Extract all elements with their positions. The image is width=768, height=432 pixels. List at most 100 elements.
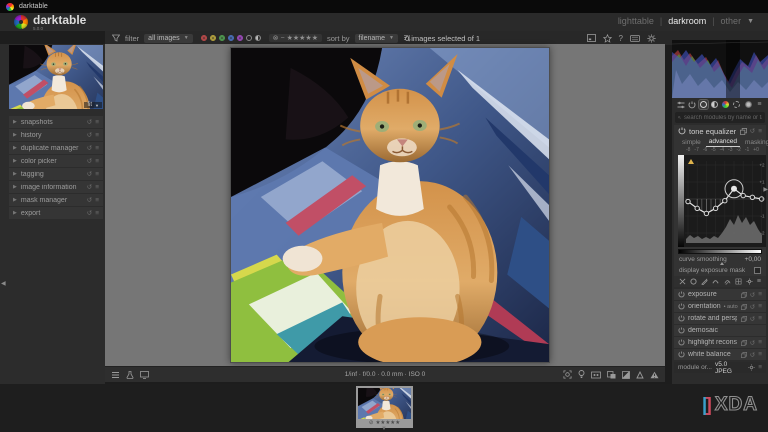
multi-instance-icon[interactable] — [741, 340, 747, 346]
color-label-dot-1[interactable] — [210, 35, 216, 41]
filmstrip[interactable]: ⊘ ★★★★★ ▼ [ ] XDA — [0, 384, 768, 432]
display-mask-checkbox[interactable] — [754, 267, 761, 274]
color-label-dot-2[interactable] — [219, 35, 225, 41]
main-image[interactable] — [230, 47, 550, 363]
rating-filter[interactable]: ⊗ − ★★★★★ — [269, 34, 322, 42]
left-panel-module[interactable]: ▶ mask manager ↺ ≡ — [9, 194, 103, 206]
module-power-icon[interactable] — [678, 339, 685, 346]
shortcuts-keyboard-icon[interactable] — [630, 35, 640, 42]
reset-icon[interactable]: ↺ — [750, 315, 755, 323]
curve-smoothing-slider[interactable]: curve smoothing +0,00 — [674, 254, 766, 265]
color-label-dot-0[interactable] — [201, 35, 207, 41]
multi-instance-icon[interactable] — [741, 352, 747, 358]
presets-icon[interactable]: ≡ — [758, 291, 762, 298]
presets-icon[interactable]: ≡ — [95, 210, 99, 217]
help-icon[interactable]: ? — [619, 34, 623, 43]
presets-icon[interactable]: ≡ — [758, 364, 762, 371]
module-power-icon[interactable] — [678, 127, 686, 135]
reset-icon[interactable]: ↺ — [87, 131, 92, 139]
tab-simple[interactable]: simple — [679, 139, 704, 147]
tone-equalizer-graph[interactable]: +2+10-1-2 — [678, 155, 766, 247]
thumbnail-stars[interactable]: ★★★★★ — [375, 420, 400, 426]
presets-icon[interactable]: ≡ — [758, 303, 762, 310]
tab-advanced[interactable]: advanced — [706, 138, 740, 147]
reset-icon[interactable]: ↺ — [87, 118, 92, 126]
presets-icon[interactable]: ≡ — [95, 158, 99, 165]
multi-instance-icon[interactable] — [741, 316, 747, 322]
preferences-gear-icon[interactable] — [647, 34, 656, 43]
tone-group-icon[interactable] — [710, 100, 719, 109]
module-search-input[interactable] — [684, 115, 762, 121]
multi-instance-icon[interactable] — [741, 292, 747, 298]
blend-menu-icon[interactable]: ≡ — [757, 278, 761, 285]
drawn-parametric-mask-icon[interactable] — [724, 278, 731, 285]
tab-masking[interactable]: masking — [742, 139, 768, 147]
color-label-dot-3[interactable] — [228, 35, 234, 41]
color-group-icon[interactable] — [721, 100, 730, 109]
reset-icon[interactable]: ↺ — [87, 170, 92, 178]
color-label-dot-5[interactable] — [246, 35, 252, 41]
drawn-mask-icon[interactable] — [701, 278, 708, 285]
color-label-dot-6[interactable] — [255, 35, 261, 41]
left-panel-module[interactable]: ▶ export ↺ ≡ — [9, 207, 103, 219]
reject-filter-icon[interactable]: ⊗ — [273, 34, 279, 42]
views-dropdown-icon[interactable]: ▼ — [747, 18, 754, 25]
star-icon[interactable] — [603, 34, 612, 43]
presets-icon[interactable]: ≡ — [95, 184, 99, 191]
filmstrip-thumbnail[interactable]: ⊘ ★★★★★ — [356, 386, 413, 428]
left-panel-module[interactable]: ▶ color picker ↺ ≡ — [9, 155, 103, 167]
module-order-row[interactable]: module or... v5.0 JPEG ≡ — [674, 362, 766, 373]
zoom-level-dropdown[interactable]: fit▼ — [84, 102, 102, 108]
view-darkroom[interactable]: darkroom — [668, 16, 706, 26]
multi-instance-icon[interactable] — [740, 128, 747, 135]
processing-module[interactable]: demosaic ↺ ≡ — [674, 325, 766, 336]
navigation-thumbnail[interactable]: fit▼ — [9, 45, 103, 109]
left-panel-collapse-icon[interactable]: ◀ — [1, 280, 6, 287]
presets-icon[interactable]: ≡ — [95, 132, 99, 139]
tone-equalizer-header[interactable]: tone equalizer ↺ ≡ — [674, 125, 766, 137]
groups-presets-icon[interactable]: ≡ — [755, 100, 764, 109]
presets-icon[interactable]: ≡ — [758, 351, 762, 358]
quick-access-sliders-icon[interactable] — [676, 100, 685, 109]
module-search[interactable] — [675, 112, 765, 123]
reset-icon[interactable]: ↺ — [87, 183, 92, 191]
presets-icon[interactable]: ≡ — [95, 145, 99, 152]
left-panel-module[interactable]: ▶ snapshots ↺ ≡ — [9, 116, 103, 128]
correct-group-icon[interactable] — [732, 100, 741, 109]
reset-icon[interactable]: ↺ — [87, 209, 92, 217]
left-panel-module[interactable]: ▶ image information ↺ ≡ — [9, 181, 103, 193]
blend-gear-icon[interactable] — [746, 278, 753, 285]
multi-instance-icon[interactable] — [741, 304, 747, 310]
star-rating-filter[interactable]: ★★★★★ — [287, 34, 318, 42]
filter-scope-dropdown[interactable]: all images▼ — [144, 34, 192, 43]
effect-group-icon[interactable] — [744, 100, 753, 109]
processing-module[interactable]: rotate and perspec... ↺ ≡ — [674, 313, 766, 324]
reset-icon[interactable]: ↺ — [750, 291, 755, 299]
presets-icon[interactable]: ≡ — [758, 315, 762, 322]
gear-icon[interactable] — [748, 364, 755, 371]
reject-icon[interactable]: ⊘ — [369, 420, 374, 426]
reset-icon[interactable]: ↺ — [750, 339, 755, 347]
presets-icon[interactable]: ≡ — [95, 197, 99, 204]
presets-icon[interactable]: ≡ — [758, 128, 762, 135]
presets-icon[interactable]: ≡ — [95, 171, 99, 178]
reset-icon[interactable]: ↺ — [750, 303, 755, 311]
reset-icon[interactable]: ↺ — [87, 196, 92, 204]
sort-field-dropdown[interactable]: filename▼ — [355, 34, 398, 43]
blend-off-icon[interactable] — [679, 278, 686, 285]
bottom-panel-collapse-icon[interactable]: ▼ — [381, 426, 387, 432]
view-lighttable[interactable]: lighttable — [618, 16, 654, 26]
module-power-icon[interactable] — [678, 351, 685, 358]
thumbnail-overlays-icon[interactable] — [587, 34, 596, 42]
left-panel-module[interactable]: ▶ duplicate manager ↺ ≡ — [9, 142, 103, 154]
reset-icon[interactable]: ↺ — [750, 127, 755, 135]
processing-module[interactable]: orientation • auto ↺ ≡ — [674, 301, 766, 312]
processing-module[interactable]: white balance ↺ ≡ — [674, 349, 766, 360]
left-panel-module[interactable]: ▶ tagging ↺ ≡ — [9, 168, 103, 180]
parametric-mask-icon[interactable] — [712, 278, 719, 285]
module-power-icon[interactable] — [678, 315, 685, 322]
darkroom-canvas[interactable] — [105, 44, 665, 366]
right-panel-collapse-icon[interactable]: ▶ — [763, 186, 768, 193]
processing-module[interactable]: exposure ↺ ≡ — [674, 289, 766, 300]
module-power-icon[interactable] — [678, 327, 685, 334]
